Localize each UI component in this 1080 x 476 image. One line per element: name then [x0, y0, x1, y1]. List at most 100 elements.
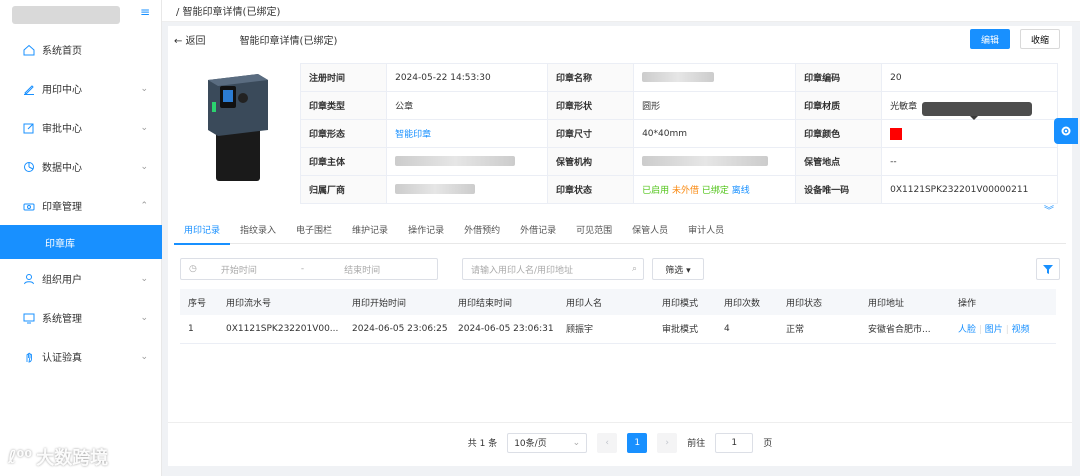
- seal-size-label: 印章尺寸: [546, 119, 635, 148]
- filter-icon[interactable]: [1036, 258, 1060, 280]
- prev-page-button[interactable]: ‹: [597, 432, 618, 453]
- tab-lend-records[interactable]: 外借记录: [510, 222, 566, 244]
- expand-double-chevron-icon[interactable]: ︾: [1044, 202, 1054, 217]
- vendor-label: 归属厂商: [299, 175, 388, 204]
- tab-lend-reservation[interactable]: 外借预约: [454, 222, 510, 244]
- seal-color-label: 印章颜色: [795, 119, 883, 148]
- table-row: 1 0X1121SPK232201V00... 2024-06-05 23:06…: [180, 315, 1056, 344]
- chevron-down-icon: ⌄: [140, 122, 148, 133]
- end-time-input[interactable]: 结束时间: [344, 263, 380, 276]
- logo: [12, 6, 120, 24]
- tab-maintenance[interactable]: 维护记录: [342, 222, 398, 244]
- col-mode: 用印模式: [654, 289, 716, 315]
- next-page-button[interactable]: ›: [657, 432, 678, 453]
- goto-page-input[interactable]: 1: [715, 432, 754, 453]
- menu-toggle-icon[interactable]: ≡: [140, 5, 150, 19]
- col-actions: 操作: [950, 289, 1056, 315]
- cell-mode: 审批模式: [654, 315, 716, 344]
- seal-form-value[interactable]: 智能印章: [386, 119, 548, 148]
- sidebar-item-data[interactable]: 数据中心 ⌄: [0, 147, 162, 186]
- custody-org-value: [633, 147, 797, 176]
- sidebar-item-label: 组织用户: [42, 275, 82, 286]
- col-serial: 用印流水号: [218, 289, 344, 315]
- chevron-down-icon: ⌄: [140, 351, 148, 362]
- settings-gear-icon[interactable]: [1054, 118, 1078, 144]
- sidebar-item-seal[interactable]: 印章管理 ⌃: [0, 186, 162, 225]
- status-badge-bound: 已绑定: [701, 186, 729, 196]
- chevron-down-icon: ⌄: [140, 161, 148, 172]
- page-size-select[interactable]: 10条/页 ⌄: [507, 432, 588, 453]
- tab-custodians[interactable]: 保管人员: [622, 222, 678, 244]
- seal-code-label: 印章编码: [795, 63, 883, 92]
- edit-icon: [22, 121, 36, 135]
- seal-size-value: 40*40mm: [633, 119, 797, 148]
- sidebar-item-org[interactable]: 组织用户 ⌄: [0, 259, 162, 298]
- data-icon: [22, 160, 36, 174]
- cell-serial: 0X1121SPK232201V00...: [218, 315, 344, 344]
- search-icon: ⌕: [631, 264, 637, 274]
- face-link[interactable]: 人脸: [958, 325, 976, 335]
- cell-actions: 人脸 | 图片 | 视频: [950, 315, 1056, 344]
- sidebar-item-label: 系统首页: [42, 46, 82, 57]
- sidebar-item-label: 审批中心: [42, 124, 82, 135]
- seal-status-label: 印章状态: [546, 175, 635, 204]
- seal-owner-value: [386, 147, 548, 176]
- sidebar-nav: 系统首页 用印中心 ⌄ 审批中心 ⌄ 数据中心 ⌄ 印章管理 ⌃ 印章库 组织用…: [0, 30, 162, 376]
- cell-address: 安徽省合肥市...: [860, 315, 950, 344]
- custody-place-value: --: [881, 147, 1058, 176]
- tab-visibility[interactable]: 可见范围: [566, 222, 622, 244]
- seal-info-table: 注册时间 2024-05-22 14:53:30 印章名称 印章编码 20 印章…: [299, 63, 1058, 204]
- seal-shape-label: 印章形状: [546, 91, 635, 120]
- chevron-up-icon: ⌃: [140, 200, 148, 211]
- custody-place-label: 保管地点: [795, 147, 883, 176]
- status-badge-offline: 离线: [731, 186, 750, 196]
- tooltip-popup: [922, 102, 1032, 116]
- cell-end: 2024-06-05 23:06:31: [450, 315, 558, 344]
- cell-start: 2024-06-05 23:06:25: [344, 315, 450, 344]
- cell-count: 4: [716, 315, 778, 344]
- search-input[interactable]: 请输入用印人名/用印地址 ⌕: [462, 258, 644, 280]
- image-link[interactable]: 图片: [985, 325, 1003, 335]
- video-link[interactable]: 视频: [1012, 325, 1030, 335]
- monitor-icon: [22, 311, 36, 325]
- tooltip-arrow: [970, 116, 978, 120]
- print-record-table: 序号 用印流水号 用印开始时间 用印结束时间 用印人名 用印模式 用印次数 用印…: [180, 289, 1056, 344]
- chevron-down-icon: ⌄: [572, 437, 581, 448]
- page-suffix: 页: [763, 439, 773, 449]
- screen-dropdown[interactable]: 筛选 ▾: [652, 258, 704, 280]
- sidebar-item-label: 用印中心: [42, 85, 82, 96]
- tab-print-records[interactable]: 用印记录: [174, 222, 231, 245]
- sidebar-item-label: 系统管理: [42, 314, 82, 325]
- current-page[interactable]: 1: [627, 432, 648, 453]
- tab-auditors[interactable]: 审计人员: [678, 222, 734, 244]
- start-time-input[interactable]: 开始时间: [221, 263, 291, 276]
- col-no: 序号: [180, 289, 218, 315]
- collapse-button[interactable]: 收缩: [1020, 29, 1060, 49]
- tab-operation-log[interactable]: 操作记录: [398, 222, 454, 244]
- tab-geofence[interactable]: 电子围栏: [286, 222, 342, 244]
- date-range-picker[interactable]: ◷ 开始时间 - 结束时间: [180, 258, 438, 280]
- sidebar: ≡ 系统首页 用印中心 ⌄ 审批中心 ⌄ 数据中心 ⌄ 印章管理 ⌃ 印章库 组…: [0, 0, 162, 476]
- col-end: 用印结束时间: [450, 289, 558, 315]
- sidebar-item-home[interactable]: 系统首页: [0, 30, 162, 69]
- status-badge-not-lent: 未外借: [671, 186, 699, 196]
- chevron-down-icon: ⌄: [140, 312, 148, 323]
- tab-fingerprint[interactable]: 指纹录入: [230, 222, 286, 244]
- home-icon: [22, 43, 36, 57]
- reg-time-value: 2024-05-22 14:53:30: [386, 63, 548, 92]
- pen-icon: [22, 82, 36, 96]
- sidebar-item-print[interactable]: 用印中心 ⌄: [0, 69, 162, 108]
- seal-type-label: 印章类型: [299, 91, 388, 120]
- sidebar-item-approval[interactable]: 审批中心 ⌄: [0, 108, 162, 147]
- cell-no: 1: [180, 315, 218, 344]
- sidebar-item-system[interactable]: 系统管理 ⌄: [0, 298, 162, 337]
- col-status: 用印状态: [778, 289, 860, 315]
- back-link[interactable]: ← 返回: [174, 32, 206, 47]
- sidebar-subitem-seal-library[interactable]: 印章库: [0, 225, 162, 259]
- range-separator: -: [300, 264, 305, 274]
- status-badge-enabled: 已启用: [642, 186, 670, 196]
- edit-button[interactable]: 编辑: [970, 29, 1010, 49]
- clock-icon: ◷: [189, 264, 197, 274]
- sidebar-item-auth[interactable]: 认证验真 ⌄: [0, 337, 162, 376]
- watermark: ℓ⁰⁰ 大数跨境: [8, 446, 109, 470]
